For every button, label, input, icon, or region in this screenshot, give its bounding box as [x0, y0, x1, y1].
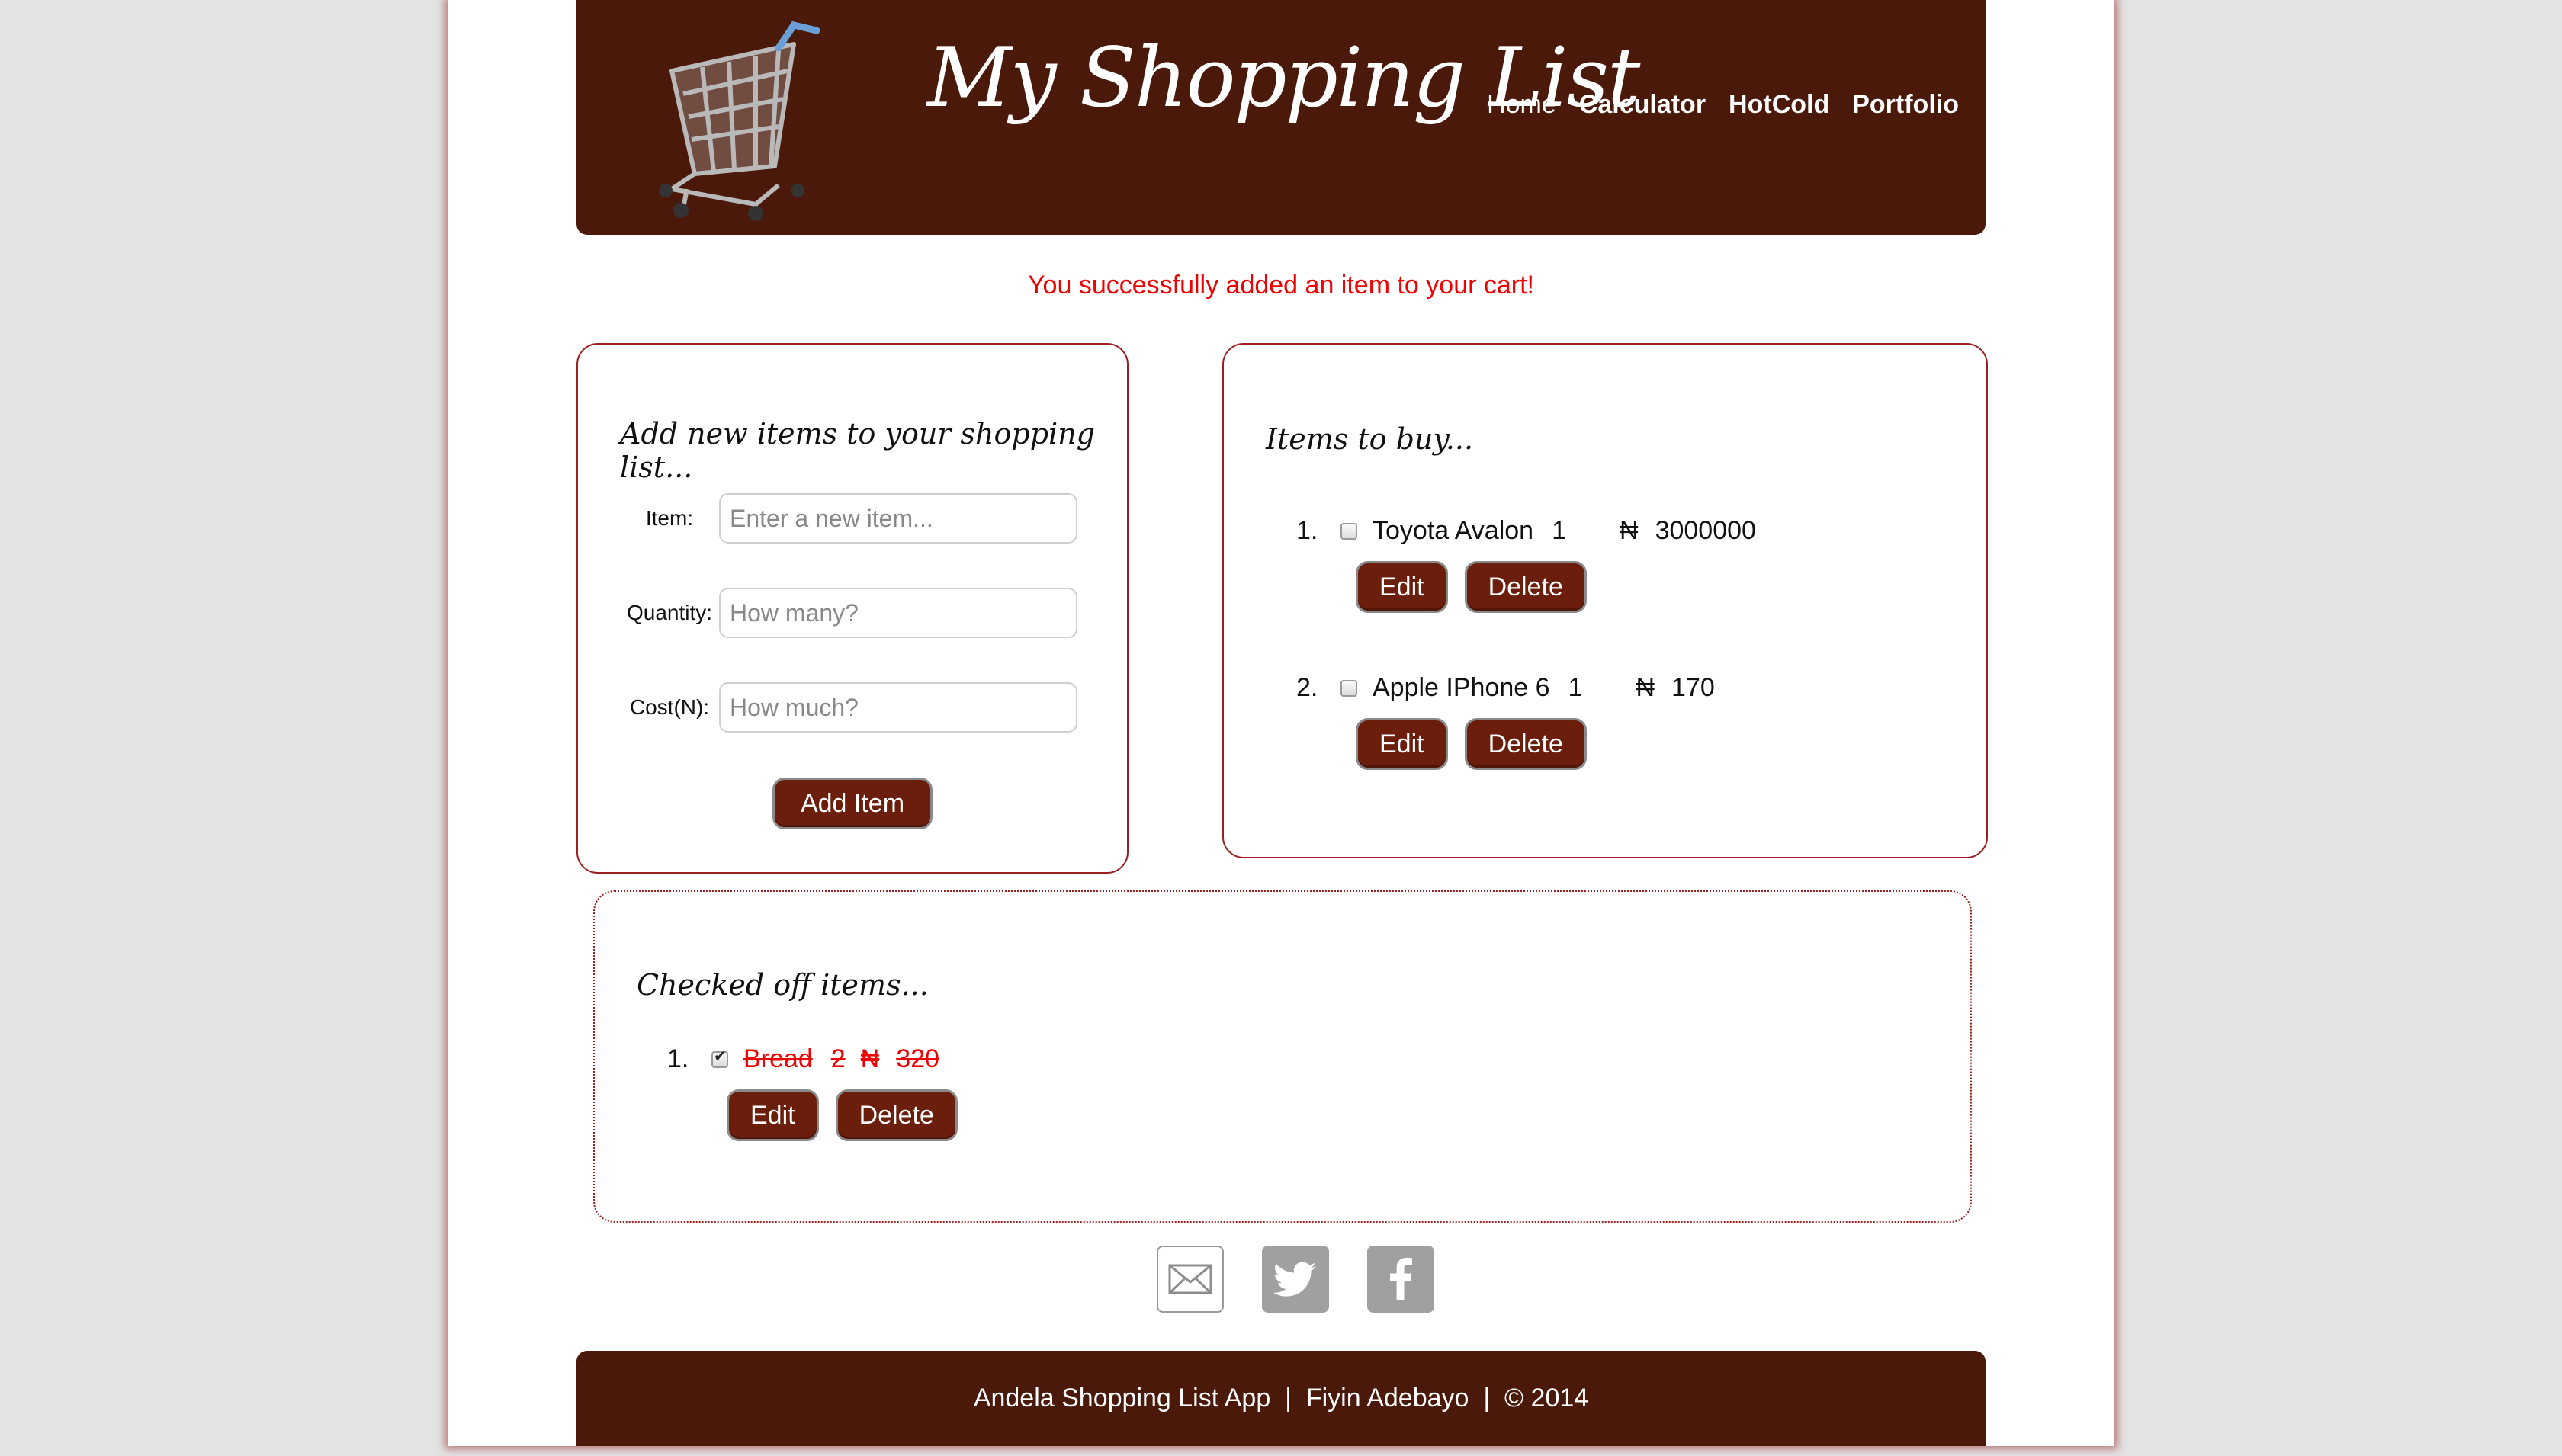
delete-button[interactable]: Delete [835, 1089, 958, 1141]
cost-label: Cost(N): [629, 695, 710, 719]
item-name: Apple IPhone 6 [1372, 673, 1550, 702]
naira-symbol: ₦ [1636, 673, 1655, 702]
footer-text: Andela Shopping List App | Fiyin Adebayo… [973, 1384, 1589, 1413]
edit-button[interactable]: Edit [727, 1089, 819, 1141]
cost-input[interactable] [719, 682, 1077, 733]
checked-off-panel: Checked off items... 1. Bread 2 ₦ 320 Ed… [593, 890, 1972, 1223]
site-footer: Andela Shopping List App | Fiyin Adebayo… [576, 1351, 1986, 1446]
social-links [1157, 1246, 1434, 1313]
nav-home[interactable]: Home [1487, 90, 1556, 120]
item-number: 2. [1296, 673, 1318, 702]
shopping-cart-icon[interactable] [641, 14, 832, 223]
list-item: 2. Apple IPhone 6 1 ₦ 170 Edit Delete [1296, 673, 1715, 770]
item-checkbox[interactable] [1340, 679, 1357, 697]
item-label: Item: [645, 506, 694, 530]
quantity-row: Quantity: [620, 588, 1077, 638]
mail-icon[interactable] [1157, 1246, 1224, 1313]
nav-calculator[interactable]: Calculator [1579, 90, 1706, 120]
nav-portfolio[interactable]: Portfolio [1852, 90, 1959, 120]
item-quantity: 1 [1568, 673, 1583, 702]
quantity-label: Quantity: [626, 601, 713, 624]
quantity-input[interactable] [719, 588, 1077, 638]
item-number: 1. [667, 1044, 689, 1073]
add-item-title: Add new items to your shopping list... [620, 417, 1096, 484]
item-name: Toyota Avalon [1372, 516, 1534, 545]
list-item: 1. Toyota Avalon 1 ₦ 3000000 Edit Delete [1296, 516, 1756, 613]
list-item: 1. Bread 2 ₦ 320 Edit Delete [667, 1044, 958, 1141]
main-nav: Home Calculator HotCold Portfolio [1487, 90, 1959, 120]
item-input[interactable] [719, 493, 1077, 544]
site-header: My Shopping List Home Calculator HotCold… [576, 0, 1986, 235]
item-quantity: 1 [1552, 516, 1567, 545]
item-name: Bread [743, 1044, 813, 1073]
item-row: Item: [620, 493, 1077, 544]
delete-button[interactable]: Delete [1464, 561, 1587, 613]
flash-message: You successfully added an item to your c… [1028, 271, 1534, 300]
naira-symbol: ₦ [860, 1044, 880, 1073]
edit-button[interactable]: Edit [1356, 561, 1448, 613]
item-checkbox[interactable] [1340, 522, 1357, 540]
item-cost: 3000000 [1655, 516, 1756, 545]
items-to-buy-title: Items to buy... [1266, 422, 1474, 456]
add-item-button[interactable]: Add Item [772, 778, 933, 829]
cost-row: Cost(N): [620, 682, 1077, 733]
item-number: 1. [1296, 516, 1318, 545]
nav-hotcold[interactable]: HotCold [1729, 90, 1829, 120]
delete-button[interactable]: Delete [1464, 718, 1587, 770]
item-cost: 170 [1671, 673, 1715, 702]
naira-symbol: ₦ [1620, 516, 1639, 545]
facebook-icon[interactable] [1367, 1246, 1434, 1313]
items-to-buy-panel: Items to buy... 1. Toyota Avalon 1 ₦ 300… [1222, 343, 1988, 858]
item-cost: 320 [896, 1044, 939, 1073]
checked-off-title: Checked off items... [637, 968, 929, 1002]
add-item-panel: Add new items to your shopping list... I… [576, 343, 1128, 874]
twitter-icon[interactable] [1262, 1246, 1329, 1313]
page: My Shopping List Home Calculator HotCold… [448, 0, 2114, 1446]
item-quantity: 2 [830, 1044, 846, 1073]
item-checkbox[interactable] [711, 1047, 728, 1068]
edit-button[interactable]: Edit [1356, 718, 1448, 770]
